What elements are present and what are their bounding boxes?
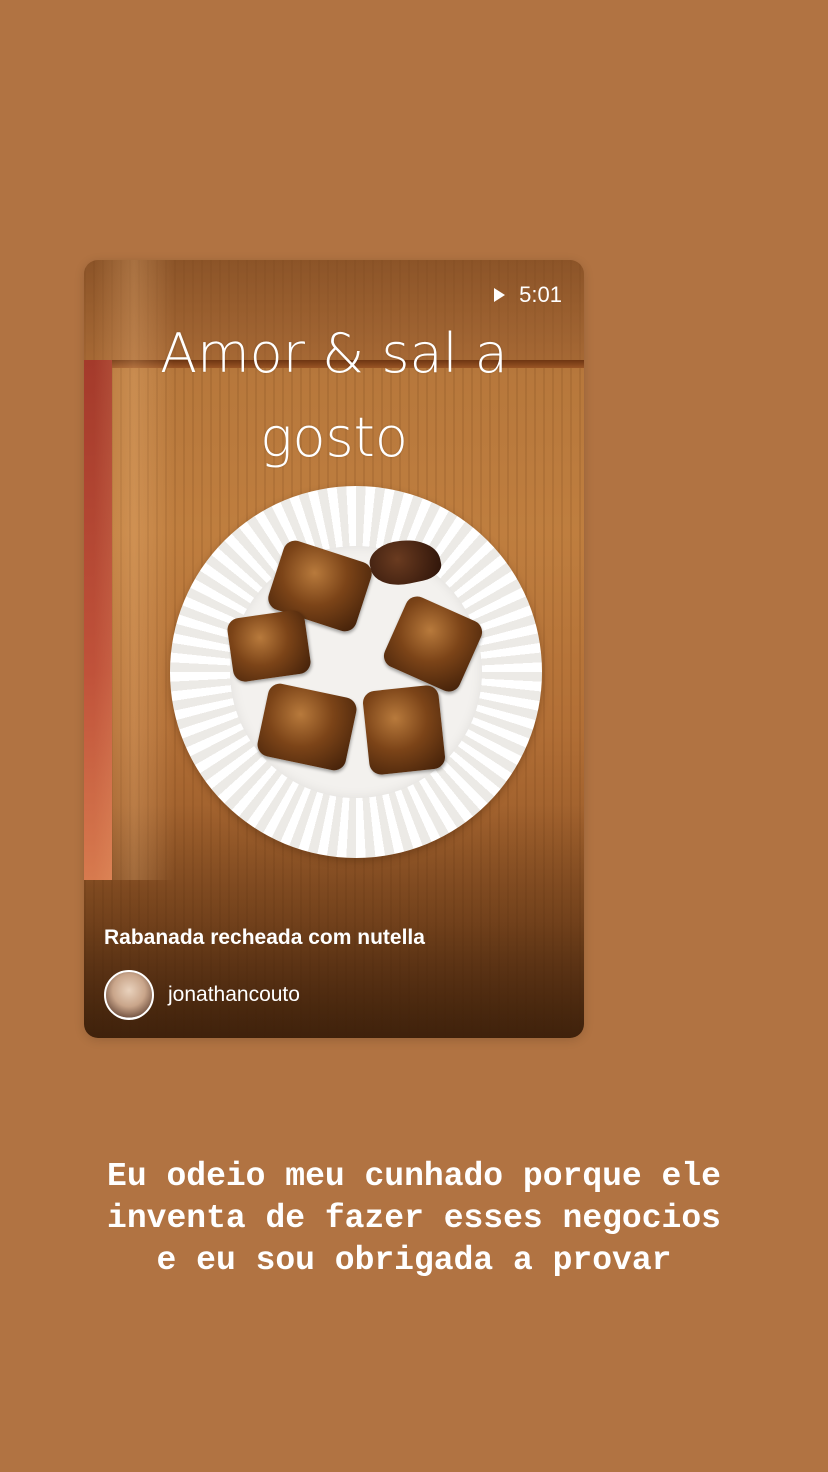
video-duration-indicator: 5:01	[494, 282, 562, 308]
shared-post-card[interactable]: 5:01 Amor & sal a gosto Rabanada rechead…	[84, 260, 584, 1038]
post-caption: Rabanada recheada com nutella	[104, 926, 425, 949]
post-title: Amor & sal a gosto	[160, 322, 508, 469]
avatar[interactable]	[104, 970, 154, 1020]
post-author[interactable]: jonathancouto	[104, 970, 300, 1020]
video-duration: 5:01	[519, 282, 562, 307]
author-username[interactable]: jonathancouto	[168, 983, 300, 1007]
plate-image	[170, 486, 542, 858]
food-piece	[225, 608, 313, 684]
food-piece	[361, 684, 447, 776]
story-text-overlay: Eu odeio meu cunhado porque ele inventa …	[107, 1158, 741, 1279]
play-icon	[494, 288, 506, 302]
